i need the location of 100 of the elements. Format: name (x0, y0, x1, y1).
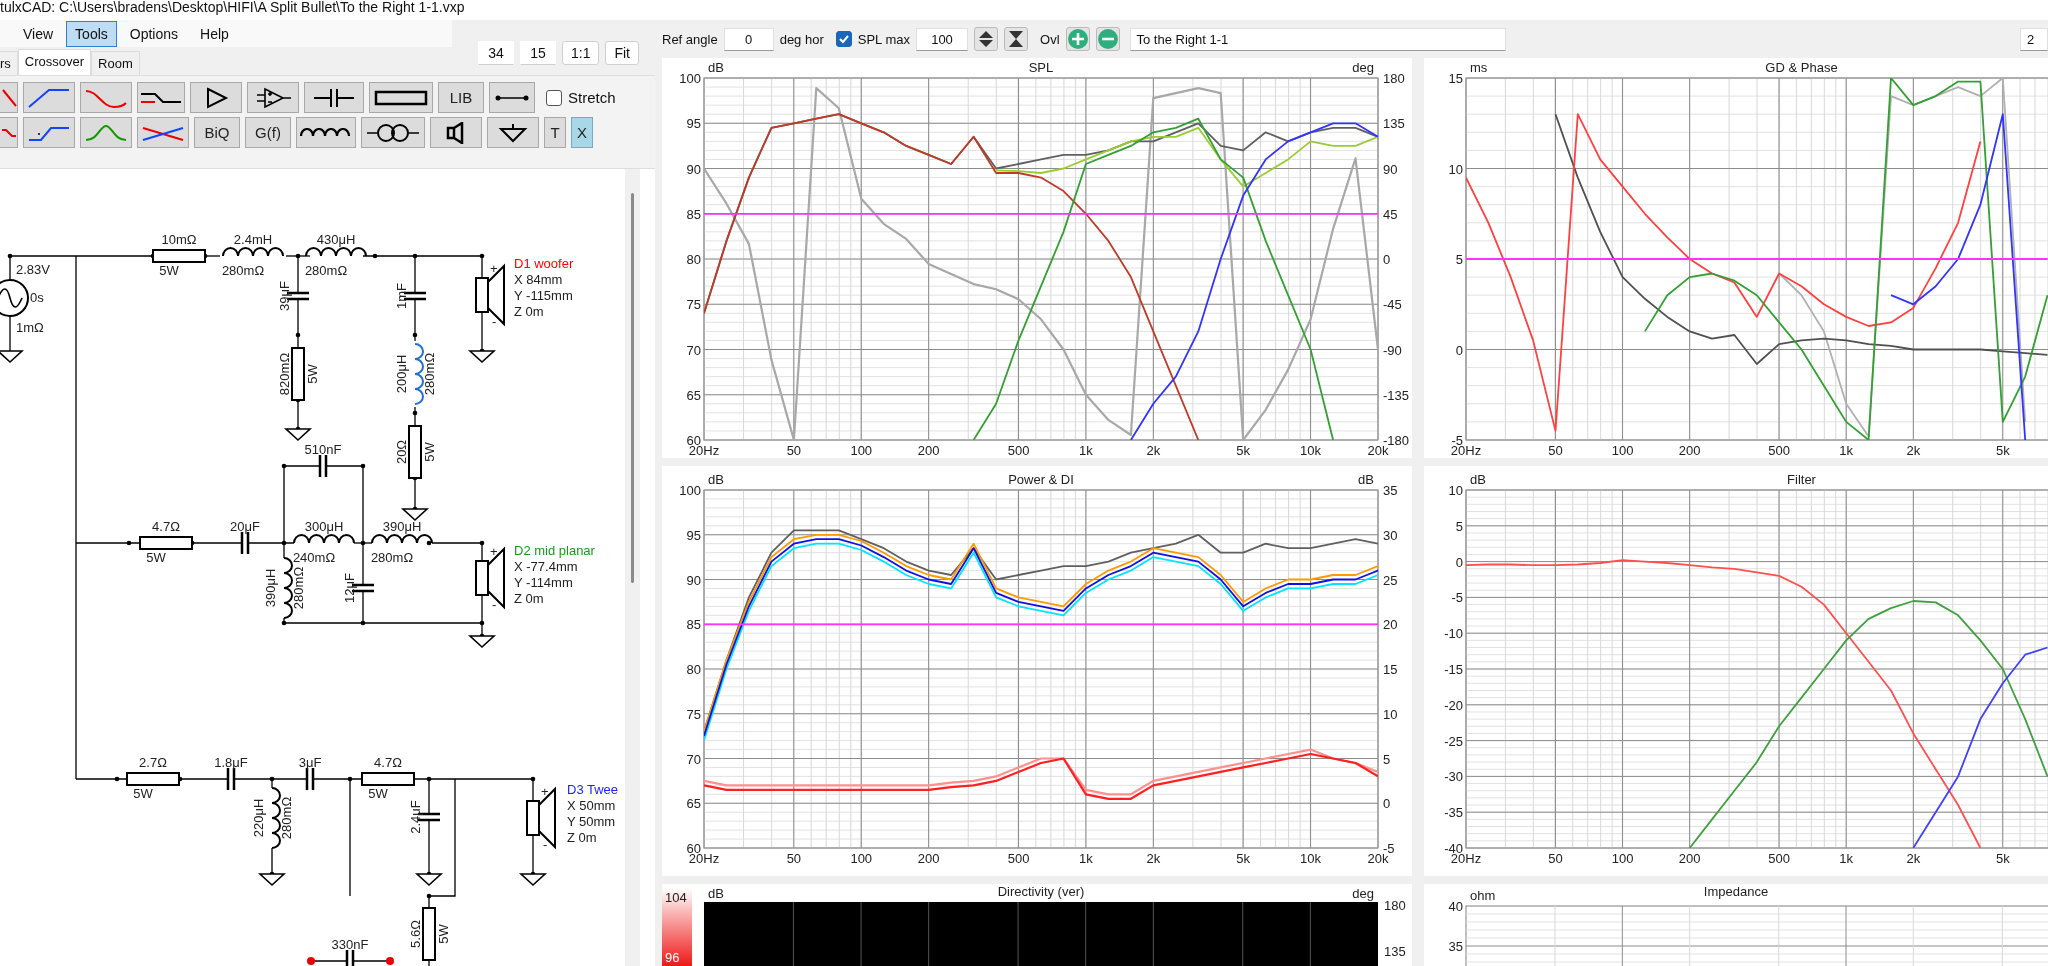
x-tick-label: 200 (917, 443, 940, 458)
chart-title: Power & DI (1008, 472, 1074, 487)
axis-label: dB (1470, 472, 1486, 487)
axis-label: deg (1352, 886, 1374, 901)
unit-label: deg hor (779, 31, 824, 47)
driver-position: Z 0m (514, 304, 544, 319)
component-label: 5W (436, 924, 451, 944)
y-tick-label: 35 (1383, 483, 1398, 498)
y-tick-label: 15 (1448, 71, 1463, 86)
component-label: 10mΩ (161, 232, 197, 247)
component-label: 2.7Ω (139, 755, 167, 770)
driver-position: Y 50mm (567, 814, 616, 829)
y-tick-label: 100 (679, 483, 701, 498)
component-label: 4.7Ω (374, 755, 402, 770)
component-label: 280mΩ (279, 796, 294, 840)
x-tick-label: 50 (1548, 851, 1563, 866)
y-tick-label: 0 (1383, 796, 1391, 812)
component-label: 390μH (382, 519, 422, 534)
y-tick-label: -35 (1444, 805, 1463, 821)
y-tick-label: -30 (1444, 769, 1463, 785)
x-tick-label: 200 (1678, 443, 1701, 458)
component-label: 5W (305, 364, 320, 384)
x-tick-label: 100 (1611, 851, 1634, 866)
y-tick-label: 95 (686, 527, 701, 543)
component-label: 5.6Ω (408, 920, 423, 948)
tick-label: 104 (665, 890, 687, 905)
chart-title: Impedance (1703, 884, 1769, 899)
component-label: 2.83V (16, 262, 50, 277)
polarity-sign: - (492, 314, 497, 329)
y-tick-label: 80 (686, 662, 701, 677)
x-tick-label: 2k (1906, 851, 1921, 866)
driver-position: X -77.4mm (514, 559, 578, 574)
component-label: 20Ω (394, 439, 409, 465)
y-tick-label: 75 (686, 297, 701, 313)
component-label: 280mΩ (221, 263, 265, 278)
x-tick-label: 10k (1300, 443, 1322, 458)
axis-label: dB (1358, 472, 1374, 487)
x-tick-label: 2k (1906, 443, 1921, 458)
x-tick-label: 100 (1611, 443, 1634, 458)
y-tick-label: 0 (1383, 252, 1391, 267)
y-tick-label: 65 (686, 796, 701, 812)
y-tick-label: -5 (1451, 590, 1463, 606)
x-tick-label: 5k (1995, 443, 2010, 458)
component-label: 0s (30, 290, 44, 305)
axis-label: dB (708, 472, 724, 487)
axis-label: ms (1470, 60, 1488, 75)
x-tick-label: 50 (786, 443, 802, 458)
component-label: 2.4mH (233, 232, 273, 247)
component-label: 300μH (304, 519, 344, 534)
y-tick-label: 85 (686, 206, 701, 222)
polarity-sign: - (492, 597, 497, 612)
chart-title: GD & Phase (1765, 60, 1838, 75)
driver-position: Y -114mm (514, 575, 573, 590)
component-label: 1.8μF (214, 755, 248, 770)
y-tick-label: 5 (1455, 518, 1463, 534)
x-tick-label: 500 (1007, 851, 1030, 866)
component-label: 390μH (263, 568, 278, 608)
driver-position: Y -115mm (514, 288, 573, 303)
x-tick-label: 5k (1236, 851, 1251, 866)
x-tick-label: 100 (850, 443, 873, 458)
y-tick-label: 70 (686, 342, 701, 358)
y-tick-label: 90 (1383, 161, 1398, 177)
x-tick-label: 2k (1146, 443, 1161, 458)
y-tick-label: -20 (1444, 697, 1463, 713)
x-tick-label: 200 (917, 851, 940, 866)
chart-title: Directivity (ver) (997, 884, 1085, 899)
x-tick-label: 10k (1300, 851, 1322, 866)
component-label: 280mΩ (291, 566, 306, 610)
component-label: 280mΩ (370, 550, 414, 565)
axis-label: ohm (1470, 888, 1496, 903)
y-tick-label: 75 (686, 706, 701, 722)
driver-name: D2 mid planar (514, 543, 595, 558)
y-tick-label: 20 (1383, 617, 1398, 633)
component-label: 220μH (251, 798, 266, 838)
component-label: 1mΩ (16, 320, 44, 335)
component-label: 430μH (316, 232, 356, 247)
driver-name: D1 woofer (514, 256, 574, 271)
chart-title: Filter (1787, 472, 1816, 487)
tick-label: 135 (1384, 944, 1406, 959)
y-tick-label: 85 (686, 617, 701, 633)
y-tick-label: 5 (1383, 751, 1391, 767)
y-tick-label: 95 (686, 116, 701, 132)
polarity-sign: + (490, 544, 498, 559)
x-tick-label: 1k (1079, 443, 1093, 458)
driver-position: Z 0m (567, 830, 597, 845)
component-label: 200μH (394, 354, 409, 394)
y-tick-label: -25 (1444, 733, 1463, 749)
tick-label: 96 (665, 950, 680, 965)
component-label: 3μF (298, 755, 322, 770)
window-title: tulxCAD: C:\Users\bradens\Desktop\HIFI\A Split Bullet\To the Right 1-1.vxp (0, 0, 2048, 20)
component-label: 12μF (342, 573, 357, 603)
x-tick-label: 500 (1007, 443, 1030, 458)
driver-position: Z 0m (514, 591, 544, 606)
x-tick-label: 2k (1146, 851, 1161, 866)
component-label: 5W (146, 550, 166, 565)
y-tick-label: 10 (1383, 706, 1398, 722)
component-label: 330nF (331, 937, 369, 952)
component-label: 280mΩ (422, 352, 437, 396)
component-label: 20μF (230, 519, 260, 534)
checkbox-label: SPL max (857, 31, 910, 47)
